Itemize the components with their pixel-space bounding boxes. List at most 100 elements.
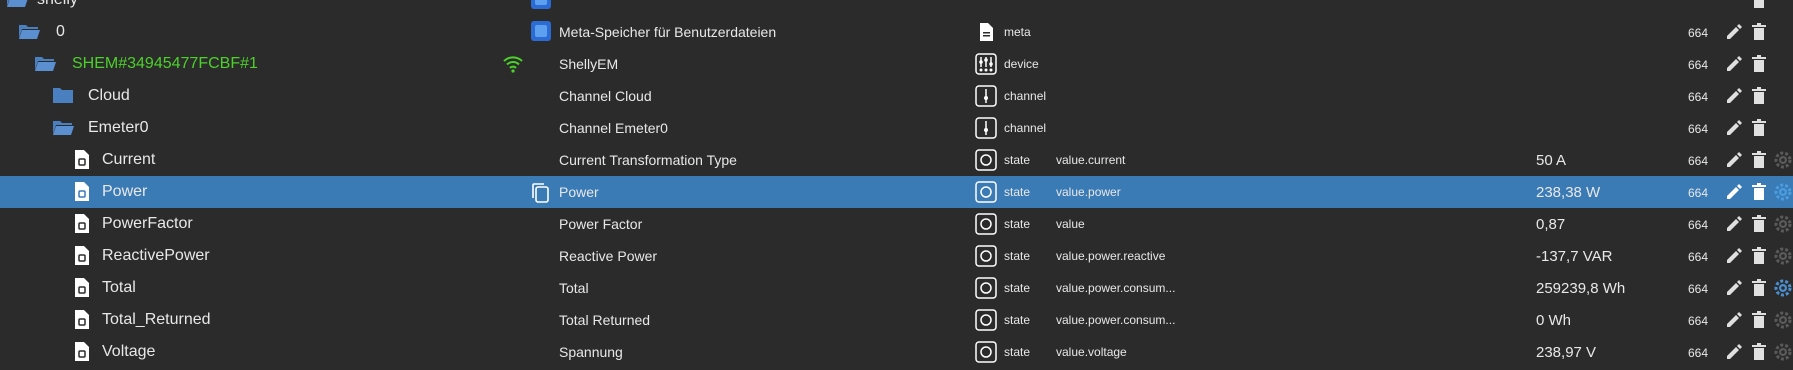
- trash-icon[interactable]: [1749, 54, 1769, 74]
- folder-open-icon[interactable]: [52, 119, 74, 136]
- gear-icon[interactable]: [1773, 214, 1793, 234]
- trash-icon[interactable]: [1749, 246, 1769, 266]
- file-icon: [75, 310, 89, 329]
- object-value[interactable]: 259239,8 Wh: [1536, 280, 1625, 297]
- copy-icon[interactable]: [530, 182, 550, 204]
- object-type: state: [1004, 281, 1031, 295]
- object-value[interactable]: 50 A: [1536, 152, 1566, 169]
- device-type-icon: [975, 53, 997, 75]
- object-name: PowerFactor: [102, 215, 193, 232]
- object-type: channel: [1004, 89, 1047, 103]
- edit-icon[interactable]: [1724, 278, 1744, 298]
- gear-icon[interactable]: [1773, 182, 1793, 202]
- gear-icon[interactable]: [1773, 278, 1793, 298]
- state-type-icon: [975, 181, 997, 203]
- trash-icon[interactable]: [1749, 310, 1769, 330]
- edit-icon[interactable]: [1724, 214, 1744, 234]
- trash-icon[interactable]: [1749, 214, 1769, 234]
- object-role: value.current: [1056, 153, 1126, 167]
- object-role: value.power.consum...: [1056, 313, 1176, 327]
- gear-icon[interactable]: [1773, 246, 1793, 266]
- state-type-icon: [975, 245, 997, 267]
- object-description: Meta-Speicher für Benutzerdateien: [559, 24, 777, 40]
- object-description: Current Transformation Type: [559, 152, 737, 168]
- edit-icon[interactable]: [1724, 118, 1744, 138]
- channel-type-icon: [975, 85, 997, 107]
- object-type: state: [1004, 185, 1031, 199]
- trash-icon[interactable]: [1749, 86, 1769, 106]
- channel-type-icon: [975, 117, 997, 139]
- tree-row-power[interactable]: Power Power state value.power 238,38 W 6…: [0, 176, 1793, 208]
- object-description: Total: [559, 280, 589, 296]
- edit-icon[interactable]: [1724, 150, 1744, 170]
- object-name: 0: [56, 23, 65, 40]
- object-type: state: [1004, 153, 1031, 167]
- trash-icon[interactable]: [1749, 182, 1769, 202]
- tree-row-powerfactor[interactable]: PowerFactor Power Factor state value 0,8…: [0, 208, 1793, 240]
- state-type-icon: [975, 149, 997, 171]
- object-value[interactable]: 238,97 V: [1536, 344, 1596, 361]
- gear-icon[interactable]: [1773, 150, 1793, 170]
- edit-icon[interactable]: [1724, 22, 1744, 42]
- acl-value: 664: [1688, 250, 1709, 264]
- trash-icon[interactable]: [1749, 150, 1769, 170]
- object-description: Total Returned: [559, 312, 651, 328]
- edit-icon[interactable]: [1724, 54, 1744, 74]
- tree-row-reactivepower[interactable]: ReactivePower Reactive Power state value…: [0, 240, 1793, 272]
- object-name: Current: [102, 151, 156, 168]
- folder-icon[interactable]: [52, 87, 74, 104]
- tree-row-voltage[interactable]: Voltage Spannung state value.voltage 238…: [0, 336, 1793, 368]
- folder-open-icon[interactable]: [6, 0, 28, 8]
- acl-value: 664: [1688, 122, 1709, 136]
- tree-row-shem-device[interactable]: SHEM#34945477FCBF#1 ShellyEM device 664: [0, 48, 1793, 80]
- object-value[interactable]: 238,38 W: [1536, 184, 1600, 201]
- gear-icon[interactable]: [1773, 342, 1793, 362]
- file-icon: [75, 182, 89, 201]
- edit-icon[interactable]: [1724, 310, 1744, 330]
- acl-value: 664: [1688, 346, 1709, 360]
- state-type-icon: [975, 213, 997, 235]
- object-role: value.power.reactive: [1056, 249, 1166, 263]
- trash-icon[interactable]: [1749, 118, 1769, 138]
- state-type-icon: [975, 341, 997, 363]
- shelly-adapter-icon: [531, 0, 551, 9]
- object-type: state: [1004, 345, 1031, 359]
- folder-open-icon[interactable]: [34, 55, 56, 72]
- state-type-icon: [975, 277, 997, 299]
- trash-icon[interactable]: [1749, 22, 1769, 42]
- tree-row-0[interactable]: 0 Meta-Speicher für Benutzerdateien meta…: [0, 16, 1793, 48]
- trash-icon[interactable]: [1749, 278, 1769, 298]
- object-type: channel: [1004, 121, 1047, 135]
- object-role: value.power.consum...: [1056, 281, 1176, 295]
- tree-row-shelly[interactable]: shelly: [0, 0, 1793, 16]
- edit-icon[interactable]: [1724, 86, 1744, 106]
- object-description: Power Factor: [559, 216, 643, 232]
- tree-row-total-returned[interactable]: Total_Returned Total Returned state valu…: [0, 304, 1793, 336]
- object-role: value: [1056, 217, 1085, 231]
- acl-value: 664: [1688, 154, 1709, 168]
- object-description: Channel Cloud: [559, 88, 652, 104]
- object-value[interactable]: -137,7 VAR: [1536, 248, 1612, 265]
- object-value[interactable]: 0,87: [1536, 216, 1565, 233]
- object-role: value.voltage: [1056, 345, 1127, 359]
- acl-value: 664: [1688, 90, 1709, 104]
- tree-row-emeter0[interactable]: Emeter0 Channel Emeter0 channel 664: [0, 112, 1793, 144]
- acl-value: 664: [1688, 314, 1709, 328]
- folder-open-icon[interactable]: [18, 23, 40, 40]
- object-name: Power: [102, 183, 148, 200]
- tree-row-cloud[interactable]: Cloud Channel Cloud channel 664: [0, 80, 1793, 112]
- object-type: state: [1004, 217, 1031, 231]
- tree-row-current[interactable]: Current Current Transformation Type stat…: [0, 144, 1793, 176]
- trash-icon[interactable]: [1749, 0, 1769, 10]
- object-role: value.power: [1056, 185, 1121, 199]
- edit-icon[interactable]: [1724, 246, 1744, 266]
- object-value[interactable]: 0 Wh: [1536, 312, 1571, 329]
- trash-icon[interactable]: [1749, 342, 1769, 362]
- object-type: state: [1004, 249, 1031, 263]
- edit-icon[interactable]: [1724, 182, 1744, 202]
- acl-value: 664: [1688, 186, 1709, 200]
- gear-icon[interactable]: [1773, 310, 1793, 330]
- tree-row-total[interactable]: Total Total state value.power.consum... …: [0, 272, 1793, 304]
- file-icon: [75, 246, 89, 265]
- edit-icon[interactable]: [1724, 342, 1744, 362]
